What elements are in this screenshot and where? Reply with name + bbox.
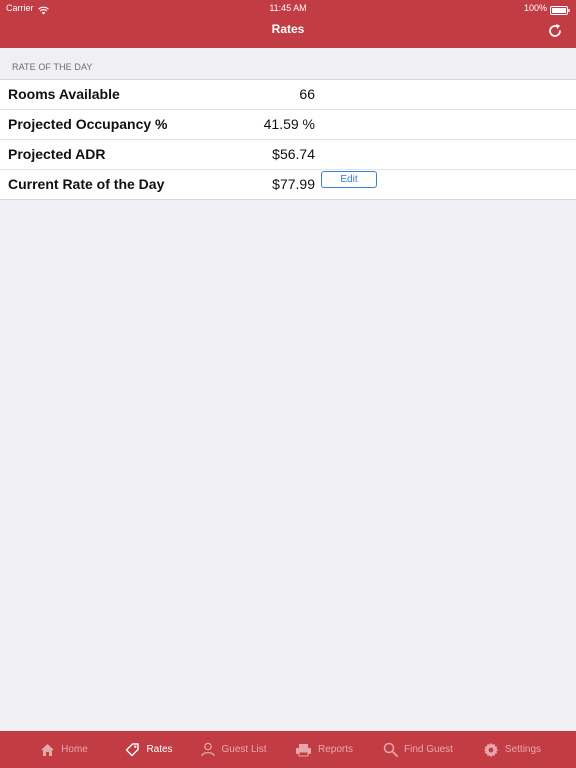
row-label: Current Rate of the Day — [8, 176, 165, 192]
tab-settings[interactable]: Settings — [467, 731, 557, 768]
tag-icon — [126, 743, 140, 757]
section-header-label: RATE OF THE DAY — [12, 62, 93, 72]
row-label: Projected ADR — [8, 146, 106, 162]
status-time: 11:45 AM — [269, 3, 307, 13]
section-header: RATE OF THE DAY — [0, 48, 576, 79]
person-icon — [201, 742, 216, 757]
home-icon — [41, 743, 55, 756]
battery-percent: 100% — [523, 3, 547, 13]
row-value: $77.99 — [272, 176, 315, 192]
row-label: Projected Occupancy % — [8, 116, 168, 132]
table-row: Projected ADR $56.74 — [0, 140, 576, 170]
status-bar: Carrier 11:45 AM 100% — [0, 0, 576, 16]
tab-label-settings: Settings — [504, 744, 542, 755]
row-label: Rooms Available — [8, 86, 120, 102]
row-value: 41.59 % — [263, 116, 315, 132]
table-row: Rooms Available 66 — [0, 80, 576, 110]
tab-label-home: Home — [61, 744, 88, 755]
table-row: Current Rate of the Day $77.99 Edit — [0, 170, 576, 199]
tab-home[interactable]: Home — [19, 731, 109, 768]
page-title: Rates — [271, 22, 305, 36]
tab-label-guest-list: Guest List — [221, 744, 267, 755]
tab-reports[interactable]: Reports — [279, 731, 369, 768]
gear-icon — [483, 742, 499, 757]
printer-icon — [295, 743, 311, 756]
screen: Carrier 11:45 AM 100% Rates RATE OF THE … — [0, 0, 576, 768]
refresh-icon — [549, 24, 561, 37]
tab-bar: Home Rates Guest List Reports Find Guest… — [0, 731, 576, 768]
edit-rate-button[interactable]: Edit — [321, 171, 377, 188]
tab-guest-list[interactable]: Guest List — [189, 731, 279, 768]
row-value: $56.74 — [272, 146, 315, 162]
tab-label-find-guest: Find Guest — [404, 744, 453, 755]
tab-label-rates: Rates — [146, 744, 173, 755]
status-battery: 100% — [524, 0, 570, 16]
tab-label-reports: Reports — [317, 744, 353, 755]
rates-table: Rooms Available 66 Projected Occupancy %… — [0, 79, 576, 200]
battery-icon — [550, 4, 570, 15]
navigation-header: Carrier 11:45 AM 100% Rates — [0, 0, 576, 48]
table-row: Projected Occupancy % 41.59 % — [0, 110, 576, 140]
tab-find-guest[interactable]: Find Guest — [369, 731, 467, 768]
refresh-button[interactable] — [544, 20, 566, 42]
tab-rates[interactable]: Rates — [109, 731, 189, 768]
row-value: 66 — [299, 86, 315, 102]
search-icon — [383, 742, 398, 757]
